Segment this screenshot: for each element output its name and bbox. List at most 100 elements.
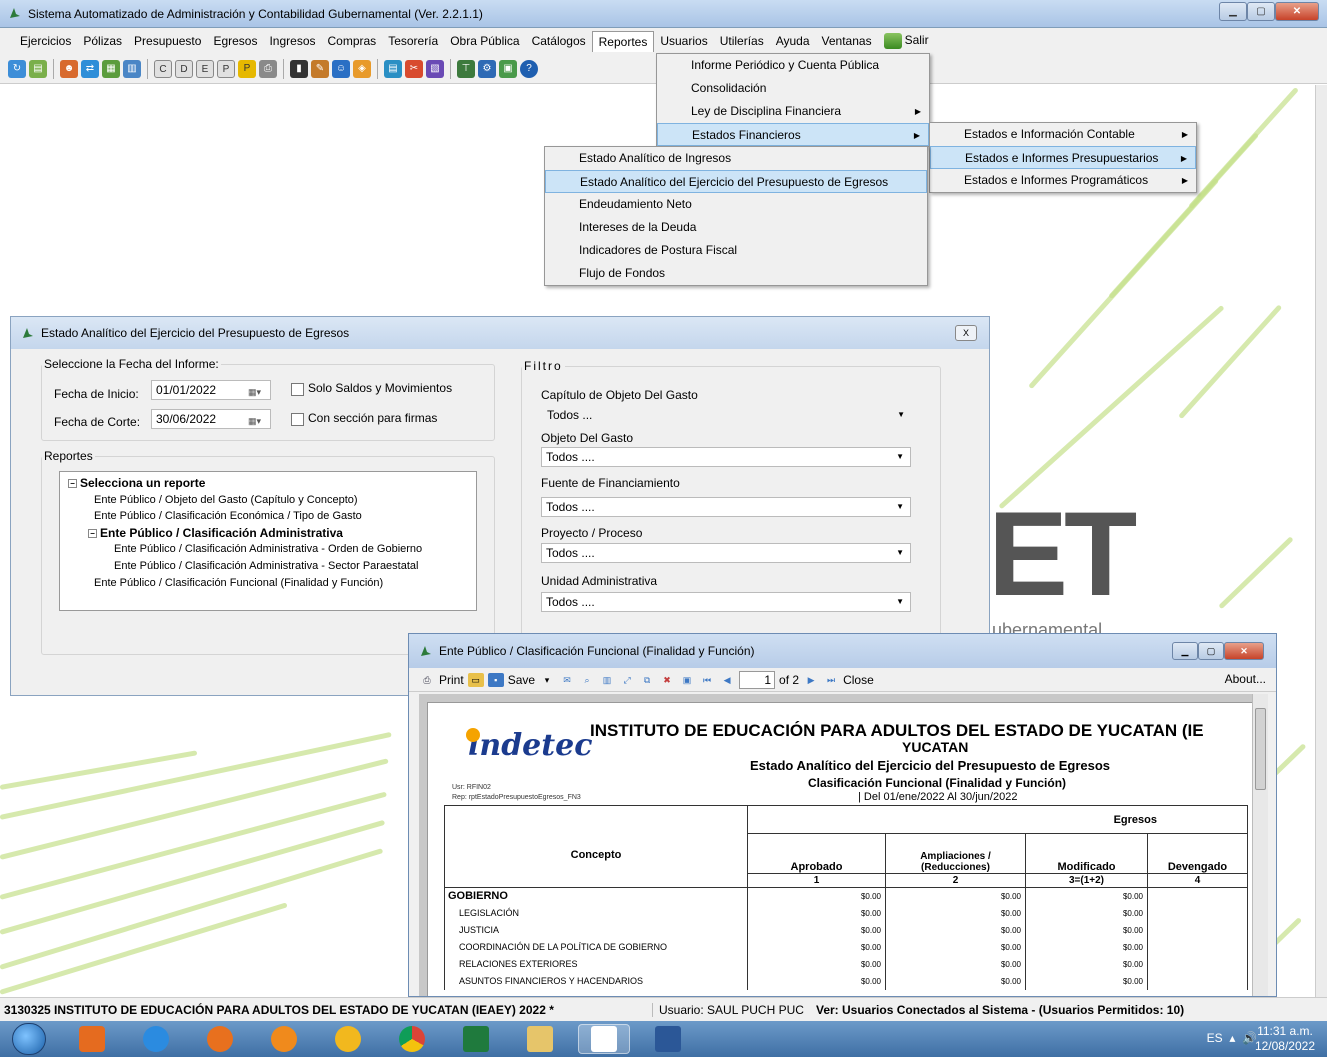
solo-saldos-checkbox[interactable] — [291, 383, 304, 396]
taskbar-internet-explorer[interactable] — [130, 1024, 182, 1054]
menu-catalogos[interactable]: Catálogos — [526, 31, 592, 51]
save-button[interactable]: Save — [508, 673, 535, 687]
tree-node[interactable]: Ente Público / Clasificación Funcional (… — [60, 575, 476, 592]
menu-compras[interactable]: Compras — [322, 31, 383, 51]
delete-icon[interactable]: ✖ — [659, 673, 675, 687]
email-icon[interactable]: ✉ — [559, 673, 575, 687]
filter-fuente-combo[interactable]: Todos .... ▼ — [541, 497, 911, 517]
users-icon[interactable]: ☺ — [332, 59, 350, 78]
first-page-icon[interactable]: ⏮ — [699, 673, 715, 687]
report-icon[interactable]: ▤ — [384, 59, 402, 78]
ledger-icon[interactable]: ▦ — [102, 59, 120, 78]
filter-proyecto-combo[interactable]: Todos .... ▼ — [541, 543, 911, 563]
taskbar-explorer[interactable] — [514, 1024, 566, 1054]
menu-item-consolidacion[interactable]: Consolidación — [657, 77, 929, 100]
page-layout-icon[interactable]: ▥ — [599, 673, 615, 687]
print-icon[interactable]: ⎙ — [419, 673, 435, 687]
print-button[interactable]: Print — [439, 673, 464, 687]
edit-icon[interactable]: ✎ — [311, 59, 329, 78]
transfer-icon[interactable]: ⇄ — [81, 59, 99, 78]
taskbar-excel[interactable] — [450, 1024, 502, 1054]
save-dropdown-icon[interactable]: ▾ — [539, 673, 555, 687]
filter-capitulo-combo[interactable]: Todos ... ▼ — [543, 406, 911, 426]
p-doc-icon[interactable]: P — [217, 59, 235, 78]
find-icon[interactable]: ⌕ — [579, 673, 595, 687]
tree-node-admin[interactable]: − Ente Público / Clasificación Administra… — [60, 525, 476, 542]
dialog-close-button[interactable]: X — [955, 325, 977, 341]
scrollbar-thumb[interactable] — [1255, 708, 1266, 790]
dropdown-arrow-icon[interactable]: ▼ — [896, 593, 904, 611]
viewer-close-button[interactable]: ✕ — [1224, 642, 1264, 660]
clock[interactable]: 11:31 a.m. 12/08/2022 — [1255, 1024, 1315, 1054]
menu-item-postura-fiscal[interactable]: Indicadores de Postura Fiscal — [545, 239, 927, 262]
menu-ejercicios[interactable]: Ejercicios — [14, 31, 77, 51]
about-link[interactable]: About... — [1225, 672, 1266, 686]
clipboard-icon[interactable]: ▮ — [290, 59, 308, 78]
menu-ayuda[interactable]: Ayuda — [770, 31, 816, 51]
menu-item-ley-disciplina[interactable]: Ley de Disciplina Financiera ▶ — [657, 100, 929, 123]
prev-page-icon[interactable]: ◀ — [719, 673, 735, 687]
language-indicator[interactable]: ES — [1207, 1031, 1223, 1045]
firmas-checkbox[interactable] — [291, 413, 304, 426]
save-icon[interactable]: ▪ — [487, 672, 504, 687]
menu-item-endeudamiento[interactable]: Endeudamiento Neto — [545, 193, 927, 216]
fecha-inicio-field[interactable]: 01/01/2022 ▦▾ — [151, 380, 271, 400]
minimize-button[interactable]: ▁ — [1219, 2, 1247, 21]
menu-ventanas[interactable]: Ventanas — [816, 31, 878, 51]
menu-item-info-contable[interactable]: Estados e Información Contable ▶ — [930, 123, 1196, 146]
collapse-icon[interactable]: − — [68, 479, 77, 489]
dropdown-arrow-icon[interactable]: ▼ — [896, 498, 904, 516]
dropdown-arrow-icon[interactable]: ▼ — [897, 406, 905, 424]
tree-node[interactable]: Ente Público / Objeto del Gasto (Capítul… — [60, 492, 476, 509]
menu-presupuesto[interactable]: Presupuesto — [128, 31, 207, 51]
menu-item-flujo-fondos[interactable]: Flujo de Fondos — [545, 262, 927, 285]
menu-salir[interactable]: Salir — [878, 30, 935, 52]
tools-icon[interactable]: ✂ — [405, 59, 423, 78]
package-icon[interactable]: ◈ — [353, 59, 371, 78]
fecha-corte-field[interactable]: 30/06/2022 ▦▾ — [151, 409, 271, 429]
menu-item-intereses-deuda[interactable]: Intereses de la Deuda — [545, 216, 927, 239]
document-icon[interactable]: ▤ — [29, 59, 47, 78]
pb-icon[interactable]: P — [238, 59, 256, 78]
report-green-icon[interactable]: ▣ — [499, 59, 517, 78]
dropdown-arrow-icon[interactable]: ▼ — [896, 448, 904, 466]
last-page-icon[interactable]: ⏭ — [823, 673, 839, 687]
menu-polizas[interactable]: Pólizas — [77, 31, 128, 51]
taskbar-saacg[interactable] — [578, 1024, 630, 1054]
c-doc-icon[interactable]: C — [154, 59, 172, 78]
zoom-icon[interactable]: ⤢ — [619, 673, 635, 687]
taskbar-app-orange[interactable] — [258, 1024, 310, 1054]
taskbar-firefox[interactable] — [194, 1024, 246, 1054]
people-icon[interactable]: ☻ — [60, 59, 78, 78]
taskbar-word[interactable] — [642, 1024, 694, 1054]
start-button[interactable] — [12, 1023, 46, 1055]
refresh-icon[interactable]: ↻ — [8, 59, 26, 78]
menu-obra-publica[interactable]: Obra Pública — [444, 31, 525, 51]
viewer-maximize-button[interactable]: ▢ — [1198, 642, 1224, 660]
viewer-minimize-button[interactable]: ▁ — [1172, 642, 1198, 660]
calendar-dropdown-icon[interactable]: ▦▾ — [248, 383, 268, 397]
menu-tesoreria[interactable]: Tesorería — [382, 31, 444, 51]
table-icon[interactable]: ▥ — [123, 59, 141, 78]
tree-node-root[interactable]: − Selecciona un reporte — [60, 475, 476, 492]
report-canvas[interactable]: indetec INSTITUTO DE EDUCACIÓN PARA ADUL… — [419, 694, 1252, 996]
tree-node[interactable]: Ente Público / Clasificación Económica /… — [60, 508, 476, 525]
d-doc-icon[interactable]: D — [175, 59, 193, 78]
taskbar-chrome[interactable] — [386, 1024, 438, 1054]
next-page-icon[interactable]: ▶ — [803, 673, 819, 687]
menu-item-programaticos[interactable]: Estados e Informes Programáticos ▶ — [930, 169, 1196, 192]
calendar-dropdown-icon[interactable]: ▦▾ — [248, 412, 268, 426]
viewer-close-label[interactable]: Close — [843, 673, 874, 687]
chart-icon[interactable]: ▧ — [426, 59, 444, 78]
tree-icon[interactable]: ⊤ — [457, 59, 475, 78]
menu-item-analitico-ingresos[interactable]: Estado Analítico de Ingresos — [545, 147, 927, 170]
filter-unidad-combo[interactable]: Todos .... ▼ — [541, 592, 911, 612]
workspace-scrollbar[interactable] — [1315, 85, 1327, 997]
taskbar-app-yellow[interactable] — [322, 1024, 374, 1054]
open-folder-icon[interactable]: ▭ — [467, 672, 484, 687]
menu-item-estados-financieros[interactable]: Estados Financieros ▶ — [657, 123, 929, 146]
e-doc-icon[interactable]: E — [196, 59, 214, 78]
tree-node[interactable]: Ente Público / Clasificación Administrat… — [60, 541, 476, 558]
maximize-button[interactable]: ▢ — [1247, 2, 1275, 21]
taskbar-media-player[interactable] — [66, 1024, 118, 1054]
